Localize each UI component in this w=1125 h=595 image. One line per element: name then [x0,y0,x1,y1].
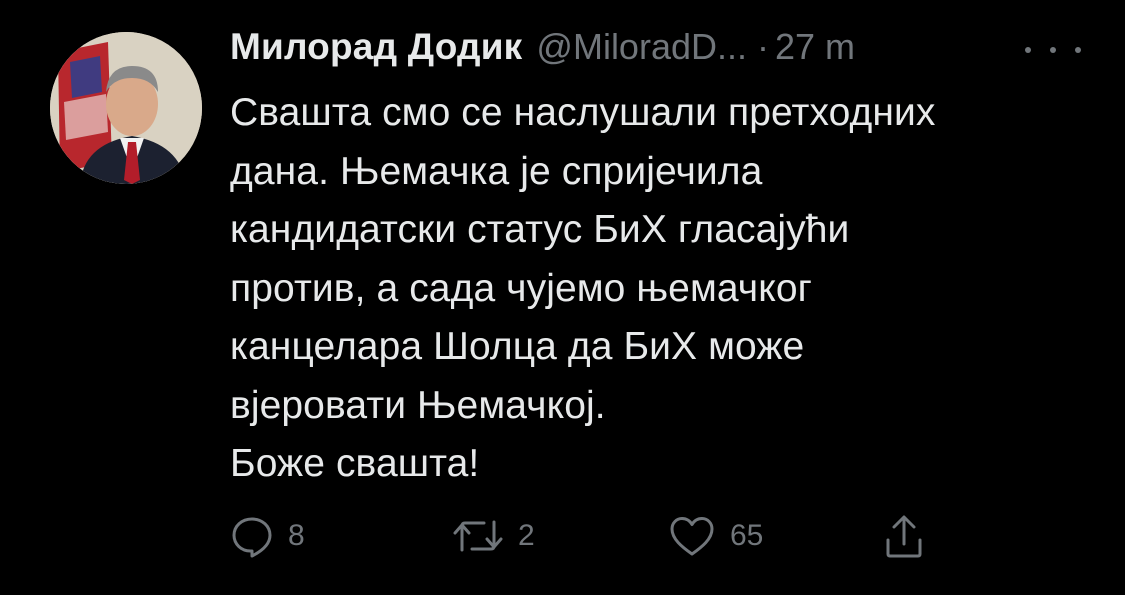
more-dot [1050,47,1056,53]
tweet-text-line: кандидатски статус БиХ гласајући [230,208,850,251]
share-button[interactable] [882,508,926,564]
tweet-text-line: Боже свашта! [230,442,480,485]
like-button[interactable]: 65 [668,508,763,564]
tweet-actions: 8 2 65 [230,508,950,564]
tweet-text: Свашта смо се наслушали претходних дана.… [230,84,1090,494]
reply-button[interactable]: 8 [230,508,305,564]
retweet-button[interactable]: 2 [452,508,535,564]
tweet-text-line: дана. Њемачка је спријечила [230,149,763,193]
author-display-name[interactable]: Милорад Додик [230,26,522,68]
retweet-count: 2 [518,519,535,552]
tweet-text-line: канцелара Шолца да БиХ може [230,325,805,368]
tweet-text-line: вјеровати Њемачкој. [230,383,606,427]
more-dot [1025,47,1031,53]
retweet-icon [452,514,504,558]
profile-photo [50,32,202,184]
more-dot [1075,47,1081,53]
tweet[interactable]: Милорад Додик @MiloradD... · 27 m Свашта… [0,0,1125,595]
heart-icon [668,514,716,558]
reply-count: 8 [288,519,305,552]
tweet-content: Милорад Додик @MiloradD... · 27 m Свашта… [230,26,1090,494]
reply-icon [230,514,274,558]
author-handle[interactable]: @MiloradD... [536,26,747,68]
tweet-header: Милорад Додик @MiloradD... · 27 m [230,26,1090,80]
tweet-text-line: Свашта смо се наслушали претходних [230,91,936,134]
avatar[interactable] [50,32,202,184]
tweet-timestamp[interactable]: 27 m [775,26,855,68]
more-horizontal-icon[interactable] [1025,40,1081,60]
tweet-text-line: против, а сада чујемо њемачког [230,266,812,310]
share-icon [882,512,926,560]
separator-dot: · [757,26,769,67]
like-count: 65 [730,519,764,552]
